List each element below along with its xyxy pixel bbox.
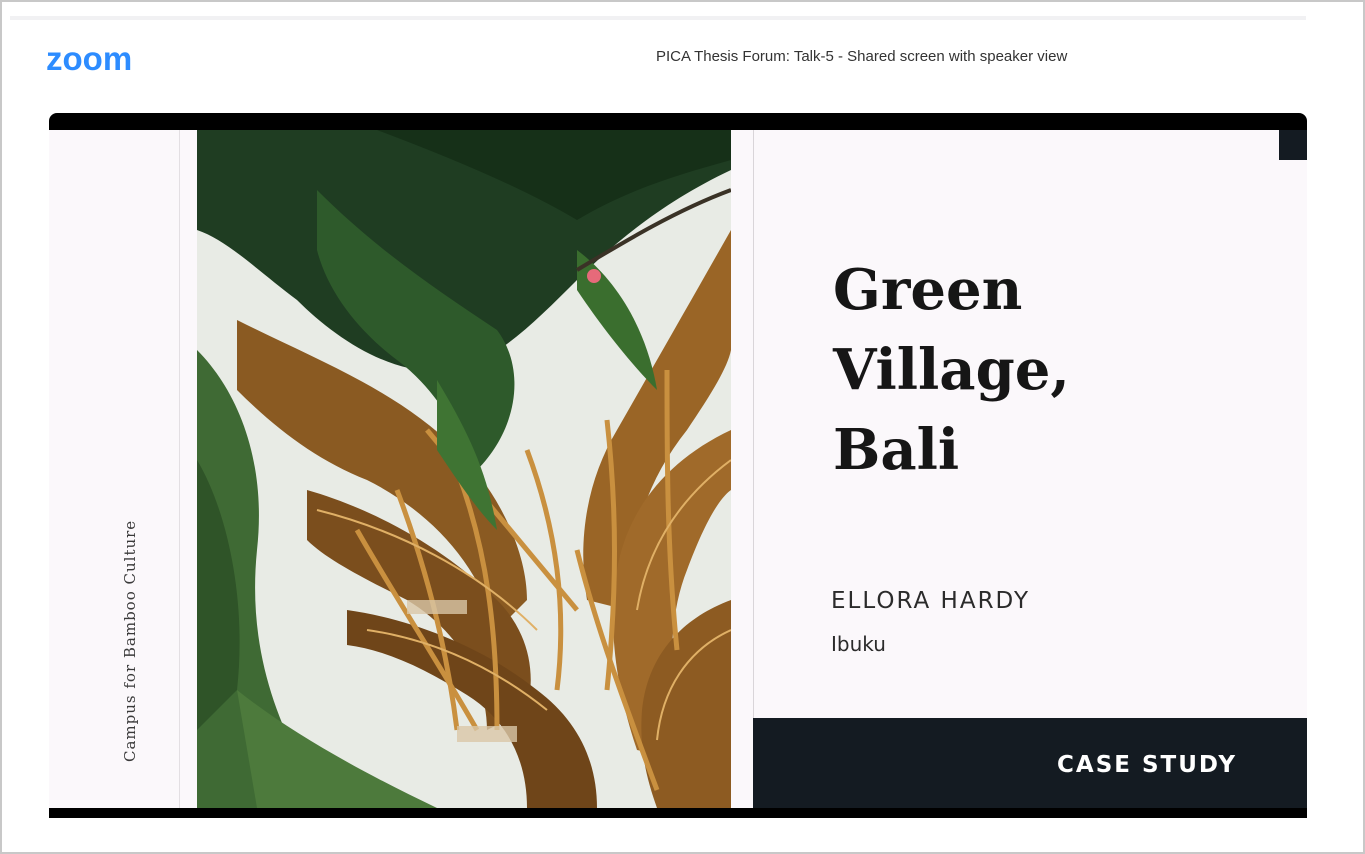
case-study-label: CASE STUDY (1057, 752, 1237, 778)
recording-header: zoom PICA Thesis Forum: Talk-5 - Shared … (10, 16, 1306, 92)
slide-title-line-1: Green Village, (833, 257, 1070, 403)
shared-screen: Campus for Bamboo Culture Green Village,… (49, 113, 1307, 817)
zoom-logo: zoom (46, 40, 133, 77)
speaker-name: ELLORA HARDY (831, 588, 1031, 614)
company-name: Ibuku (831, 632, 886, 656)
bamboo-photo-illustration (197, 130, 731, 808)
bamboo-structure-photo (197, 130, 731, 808)
vertical-caption: Campus for Bamboo Culture (121, 519, 139, 762)
shared-screen-bottom-edge (49, 808, 1307, 818)
case-study-banner: CASE STUDY (753, 718, 1307, 808)
presentation-slide: Campus for Bamboo Culture Green Village,… (49, 130, 1307, 808)
slide-divider (753, 130, 754, 808)
window-frame: zoom PICA Thesis Forum: Talk-5 - Shared … (0, 0, 1365, 854)
corner-accent (1279, 130, 1307, 160)
meeting-title: PICA Thesis Forum: Talk-5 - Shared scree… (656, 48, 1068, 65)
slide-side-strip: Campus for Bamboo Culture (49, 130, 180, 808)
slide-title: Green Village, Bali (833, 250, 1273, 490)
slide-title-line-2: Bali (833, 417, 960, 483)
